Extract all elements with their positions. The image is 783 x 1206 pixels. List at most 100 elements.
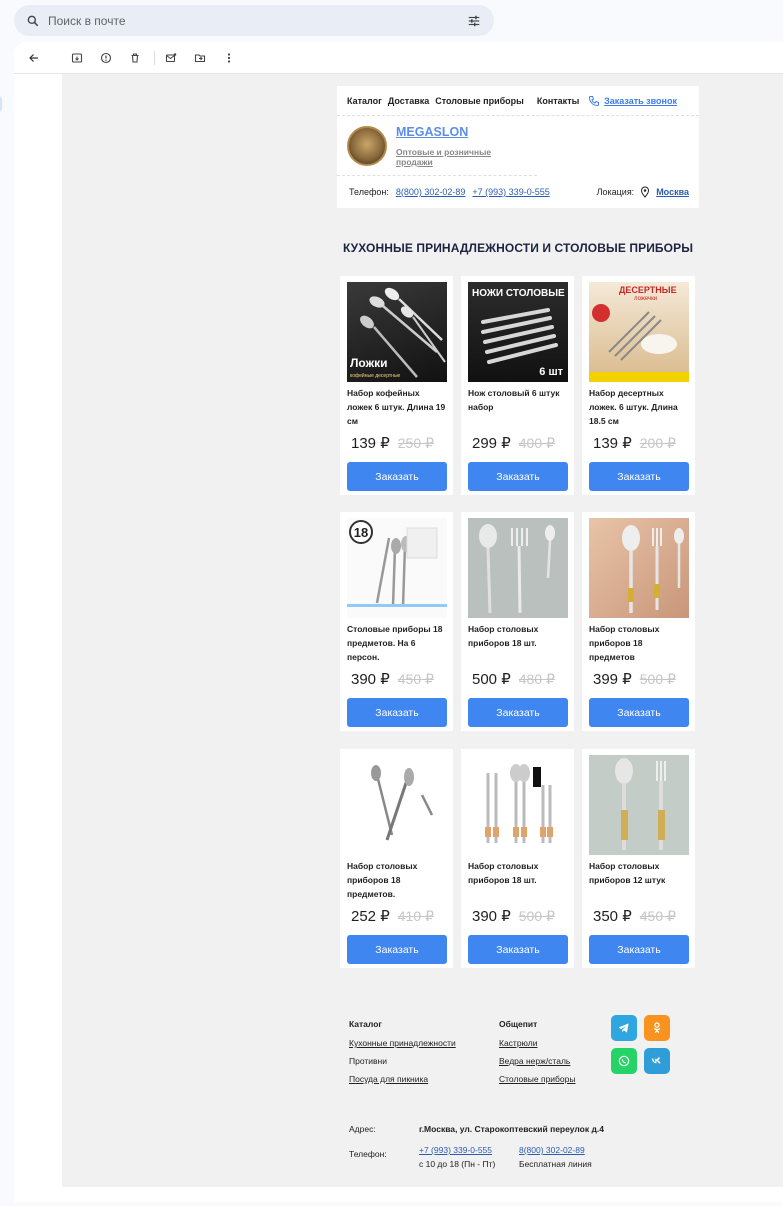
- product-name[interactable]: Набор столовых приборов 18 шт.: [468, 622, 567, 664]
- product-name[interactable]: Набор кофейных ложек 6 штук. Длина 19 см: [347, 386, 446, 428]
- telegram-icon: [618, 1023, 629, 1033]
- brand-name[interactable]: MEGASLON: [396, 125, 527, 139]
- order-button[interactable]: Заказать: [347, 935, 447, 964]
- search-options-icon[interactable]: [466, 14, 482, 28]
- product-card: 18 Столовые приборы 18 предметов. На 6 п…: [340, 512, 453, 731]
- footer-link[interactable]: Кухонные принадлежности: [349, 1038, 456, 1048]
- email-header-card: Каталог Доставка Столовые приборы Контак…: [337, 86, 699, 208]
- nav-delivery[interactable]: Доставка: [388, 96, 429, 106]
- search-icon[interactable]: [26, 14, 40, 28]
- footer-link[interactable]: Столовые приборы: [499, 1074, 575, 1084]
- move-to-button[interactable]: [190, 48, 210, 68]
- product-image[interactable]: [589, 518, 689, 618]
- delete-button[interactable]: [125, 48, 145, 68]
- product-card: Набор столовых приборов 12 штук 350 ₽ 450…: [582, 749, 695, 968]
- mail-panel: Каталог Доставка Столовые приборы Контак…: [14, 42, 783, 1202]
- order-button[interactable]: Заказать: [589, 462, 689, 491]
- footer-col-title: Каталог: [349, 1019, 382, 1029]
- search-bar[interactable]: Поиск в почте: [14, 5, 494, 36]
- brand-tagline[interactable]: Оптовые и розничные продажи: [396, 147, 527, 167]
- request-call-link[interactable]: Заказать звонок: [588, 95, 683, 107]
- order-button[interactable]: Заказать: [468, 698, 568, 727]
- more-button[interactable]: [219, 48, 239, 68]
- image-subcaption: кофейные десертные: [350, 373, 401, 379]
- mark-unread-button[interactable]: [161, 48, 181, 68]
- footer-phone-hours: с 10 до 18 (Пн - Пт): [419, 1159, 496, 1169]
- phone-link-1[interactable]: 8(800) 302-02-89: [396, 187, 466, 197]
- product-image[interactable]: [468, 755, 568, 855]
- phone-icon: [589, 95, 600, 106]
- product-price: 500 ₽: [472, 671, 511, 688]
- odnoklassniki-button[interactable]: [644, 1015, 670, 1041]
- order-button[interactable]: Заказать: [347, 462, 447, 491]
- order-button[interactable]: Заказать: [468, 935, 568, 964]
- footer-phone-link-1[interactable]: +7 (993) 339-0-555: [419, 1145, 492, 1155]
- product-image[interactable]: 18: [347, 518, 447, 618]
- product-name[interactable]: Набор столовых приборов 12 штук: [589, 859, 688, 901]
- address-text: г.Москва, ул. Старокоптевский переулок д…: [419, 1124, 604, 1134]
- search-input[interactable]: Поиск в почте: [48, 14, 466, 28]
- product-image[interactable]: ДЕСЕРТНЫЕ ложечки: [589, 282, 689, 382]
- more-vert-icon: [227, 52, 231, 63]
- product-image[interactable]: [468, 518, 568, 618]
- arrow-back-icon: [29, 53, 38, 62]
- footer-catalog-column: Каталог Кухонные принадлежности Противни…: [349, 1019, 456, 1092]
- footer-link[interactable]: Кастрюли: [499, 1038, 575, 1048]
- product-name[interactable]: Набор столовых приборов 18 предметов.: [347, 859, 446, 901]
- address-row: Адрес: г.Москва, ул. Старокоптевский пер…: [349, 1124, 604, 1134]
- product-price: 252 ₽: [351, 908, 390, 925]
- footer-link[interactable]: Ведра нерж/сталь: [499, 1056, 575, 1066]
- report-spam-button[interactable]: [96, 48, 116, 68]
- map-pin-icon: [641, 186, 650, 198]
- order-button[interactable]: Заказать: [589, 935, 689, 964]
- dessert-spoons-image-icon: [589, 311, 689, 382]
- side-indicator: [0, 96, 2, 112]
- telegram-button[interactable]: [611, 1015, 637, 1041]
- elephant-logo: [347, 125, 387, 166]
- footer-phones: Телефон: +7 (993) 339-0-555 с 10 до 18 (…: [349, 1145, 689, 1189]
- city-link[interactable]: Москва: [656, 187, 689, 197]
- footer-link[interactable]: Посуда для пикника: [349, 1074, 456, 1084]
- product-image[interactable]: [347, 755, 447, 855]
- nav-catalog[interactable]: Каталог: [347, 96, 382, 106]
- cutlery-set-image-icon: [347, 527, 447, 607]
- product-old-price: 410 ₽: [397, 908, 434, 924]
- gold-cutlery-set-image-icon: [485, 764, 553, 843]
- back-button[interactable]: [24, 48, 44, 68]
- product-name[interactable]: Нож столовый 6 штук набор: [468, 386, 567, 428]
- product-price: 390 ₽: [351, 671, 390, 688]
- archive-button[interactable]: [67, 48, 87, 68]
- footer-link[interactable]: Противни: [349, 1056, 456, 1066]
- vk-button[interactable]: [644, 1048, 670, 1074]
- product-image[interactable]: НОЖИ СТОЛОВЫЕ 6 шт: [468, 282, 568, 382]
- product-name[interactable]: Столовые приборы 18 предметов. На 6 перс…: [347, 622, 446, 664]
- order-button[interactable]: Заказать: [347, 698, 447, 727]
- mail-toolbar: [14, 42, 783, 74]
- footer-phone-note: Бесплатная линия: [519, 1159, 592, 1169]
- product-image[interactable]: [589, 755, 689, 855]
- nav-cutlery[interactable]: Столовые приборы: [435, 96, 524, 106]
- order-button[interactable]: Заказать: [589, 698, 689, 727]
- nav-contacts[interactable]: Контакты: [537, 96, 579, 106]
- product-price: 139 ₽: [351, 435, 390, 452]
- product-name[interactable]: Набор столовых приборов 18 шт.: [468, 859, 567, 901]
- address-label: Адрес:: [349, 1124, 376, 1134]
- image-caption: Ложки: [350, 356, 388, 370]
- phone-link-2[interactable]: +7 (993) 339-0-555: [472, 187, 549, 197]
- whatsapp-button[interactable]: [611, 1048, 637, 1074]
- brand-block: MEGASLON Оптовые и розничные продажи: [337, 116, 537, 176]
- product-old-price: 200 ₽: [639, 435, 676, 451]
- product-price: 399 ₽: [593, 671, 632, 688]
- footer-phone-link-2[interactable]: 8(800) 302-02-89: [519, 1145, 585, 1155]
- folder-move-icon: [194, 53, 206, 62]
- toolbar-divider: [154, 50, 155, 65]
- product-name[interactable]: Набор столовых приборов 18 предметов: [589, 622, 688, 664]
- report-icon: [100, 52, 112, 63]
- product-image[interactable]: Ложки кофейные десертные: [347, 282, 447, 382]
- image-count: 6 шт: [539, 366, 563, 378]
- order-button[interactable]: Заказать: [468, 462, 568, 491]
- mail-icon: [165, 52, 177, 62]
- product-name[interactable]: Набор десертных ложек. 6 штук. Длина 18.…: [589, 386, 688, 428]
- top-nav: Каталог Доставка Столовые приборы Контак…: [337, 86, 699, 116]
- product-card: Набор столовых приборов 18 шт. 500 ₽ 480 …: [461, 512, 574, 731]
